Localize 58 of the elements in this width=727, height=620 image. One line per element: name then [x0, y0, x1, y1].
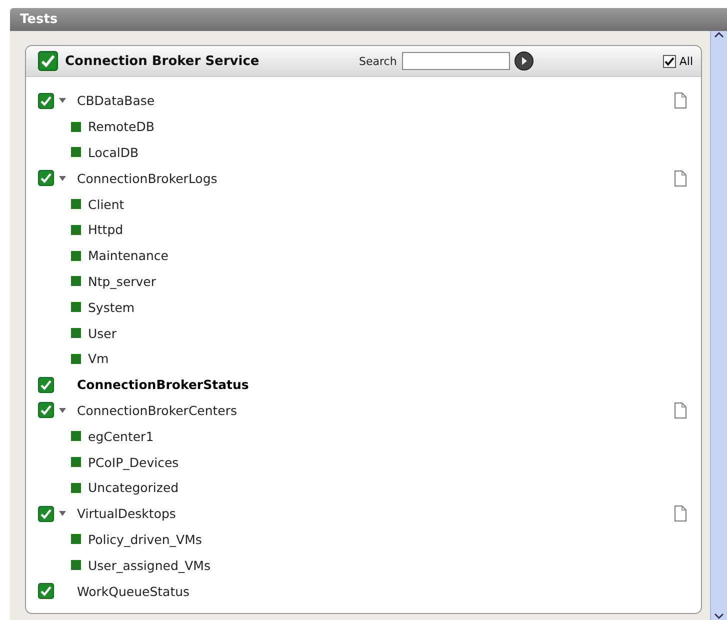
status-square-icon — [71, 560, 81, 570]
expand-arrow-icon[interactable] — [58, 510, 67, 518]
test-item[interactable]: Httpd — [88, 222, 124, 238]
test-item[interactable]: Client — [88, 196, 124, 212]
status-square-icon — [71, 431, 81, 442]
panel-title: Connection Broker Service — [65, 54, 260, 68]
test-item[interactable]: LocalDB — [88, 144, 139, 160]
test-item[interactable]: Vm — [88, 351, 109, 366]
status-square-icon — [71, 122, 81, 132]
document-icon[interactable] — [674, 505, 687, 522]
test-item[interactable]: System — [88, 300, 135, 315]
checkbox[interactable] — [38, 92, 54, 109]
search-field[interactable] — [402, 52, 510, 70]
status-square-icon — [71, 534, 81, 544]
checkbox[interactable] — [38, 402, 54, 418]
status-square-icon — [71, 302, 81, 312]
test-name[interactable]: ConnectionBrokerStatus — [77, 377, 249, 392]
test-item[interactable]: Maintenance — [88, 248, 168, 264]
test-item[interactable]: egCenter1 — [88, 428, 154, 444]
test-item[interactable]: User — [88, 326, 116, 341]
status-square-icon — [71, 328, 81, 338]
document-icon[interactable] — [674, 92, 687, 110]
expand-arrow-icon[interactable] — [58, 97, 67, 104]
status-square-icon — [71, 250, 81, 261]
test-name[interactable]: ConnectionBrokerLogs — [77, 170, 218, 186]
status-square-icon — [71, 199, 81, 210]
scroll-up-icon[interactable] — [714, 31, 724, 39]
search-label: Search — [359, 54, 397, 68]
test-name[interactable]: CBDataBase — [77, 93, 155, 108]
checkbox[interactable] — [38, 51, 58, 71]
status-square-icon — [71, 457, 81, 468]
go-button-icon[interactable] — [514, 51, 534, 71]
document-icon[interactable] — [674, 170, 687, 187]
expand-arrow-icon[interactable] — [58, 406, 67, 414]
status-square-icon — [71, 482, 81, 493]
checkbox[interactable] — [38, 506, 54, 522]
test-item[interactable]: PCoIP_Devices — [88, 454, 179, 470]
all-checkbox[interactable] — [663, 54, 676, 68]
status-square-icon — [71, 276, 81, 286]
test-item[interactable]: RemoteDB — [88, 119, 154, 134]
expand-arrow-icon[interactable] — [58, 174, 67, 182]
test-name[interactable]: VirtualDesktops — [77, 506, 176, 522]
status-square-icon — [71, 224, 81, 235]
status-square-icon — [71, 354, 81, 364]
test-item[interactable]: Uncategorized — [88, 480, 179, 496]
checkbox[interactable] — [38, 170, 54, 186]
scroll-down-icon[interactable] — [714, 612, 724, 620]
status-square-icon — [71, 147, 81, 158]
window-title: Tests — [20, 12, 58, 27]
test-name[interactable]: WorkQueueStatus — [77, 584, 190, 599]
checkbox[interactable] — [38, 376, 54, 393]
test-item[interactable]: Policy_driven_VMs — [88, 532, 202, 547]
test-name[interactable]: ConnectionBrokerCenters — [77, 402, 238, 418]
document-icon[interactable] — [674, 402, 687, 419]
test-item[interactable]: Ntp_server — [88, 274, 156, 289]
test-item[interactable]: User_assigned_VMs — [88, 558, 210, 573]
all-label: All — [679, 54, 693, 68]
checkbox[interactable] — [38, 583, 54, 600]
